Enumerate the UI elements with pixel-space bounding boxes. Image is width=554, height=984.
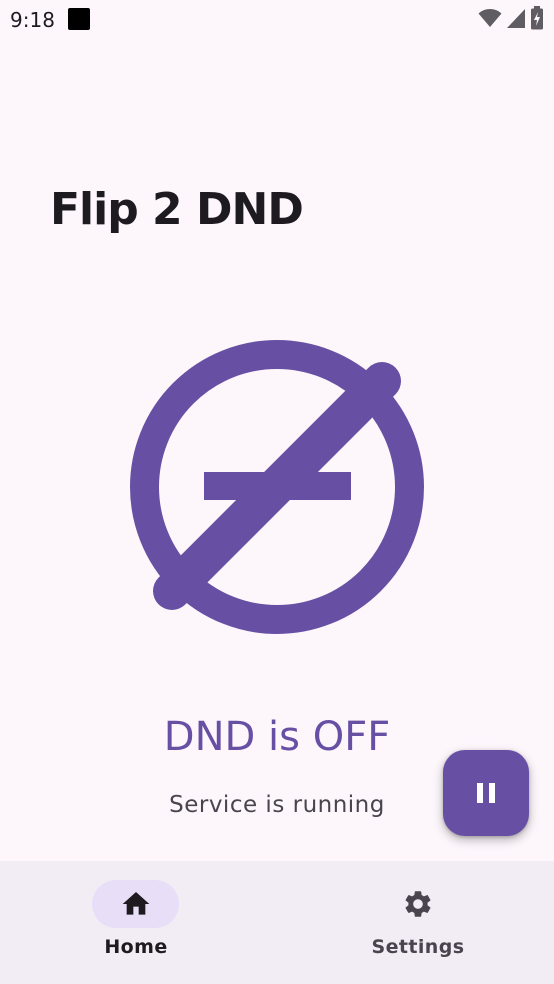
status-icons: [478, 6, 544, 30]
settings-icon: [405, 891, 431, 917]
app-title: Flip 2 DND: [50, 184, 304, 235]
nav-label-home: Home: [104, 936, 168, 958]
status-bar: 9:18: [0, 0, 554, 40]
pause-icon: [477, 783, 495, 803]
bottom-navigation: Home Settings: [0, 861, 554, 984]
nav-item-settings[interactable]: Settings: [277, 861, 554, 984]
pause-service-button[interactable]: [443, 750, 529, 836]
nav-item-home[interactable]: Home: [0, 861, 277, 984]
battery-charging-icon: [531, 6, 543, 30]
notification-square-icon: [68, 8, 90, 30]
wifi-icon: [478, 9, 502, 27]
home-icon: [122, 892, 150, 915]
nav-label-settings: Settings: [371, 936, 465, 958]
status-time: 9:18: [10, 8, 55, 32]
cellular-signal-icon: [507, 9, 525, 28]
dnd-slash-icon: [130, 340, 424, 634]
